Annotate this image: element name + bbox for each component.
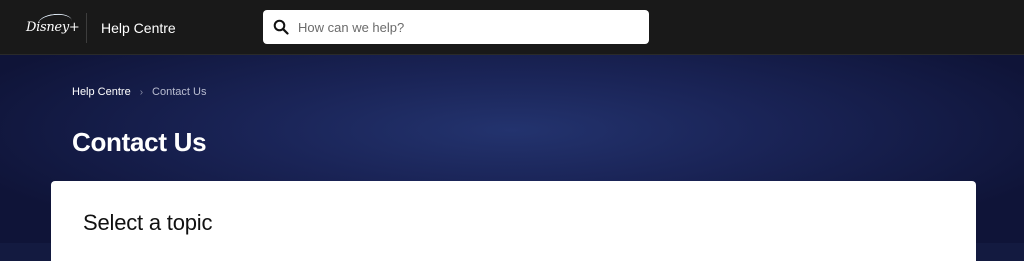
header-divider <box>86 13 87 43</box>
search-input[interactable] <box>296 18 630 36</box>
search-box[interactable] <box>263 10 649 44</box>
chevron-right-icon: › <box>139 86 144 98</box>
breadcrumb-current-page: Contact Us <box>152 86 207 98</box>
select-topic-heading: Select a topic <box>83 210 213 235</box>
search-icon <box>273 19 289 35</box>
disney-plus-logo[interactable]: Disney+ <box>26 12 80 42</box>
page-title: Contact Us <box>72 127 207 157</box>
breadcrumb-help-centre-link[interactable]: Help Centre <box>72 86 131 98</box>
topic-card: Select a topic <box>51 181 976 261</box>
breadcrumb: Help Centre › Contact Us <box>72 86 206 98</box>
logo-arc <box>37 12 73 33</box>
hero-section: Help Centre › Contact Us Contact Us Sele… <box>0 55 1024 261</box>
top-navigation-bar: Disney+ Help Centre <box>0 0 1024 55</box>
help-centre-title[interactable]: Help Centre <box>101 20 176 36</box>
